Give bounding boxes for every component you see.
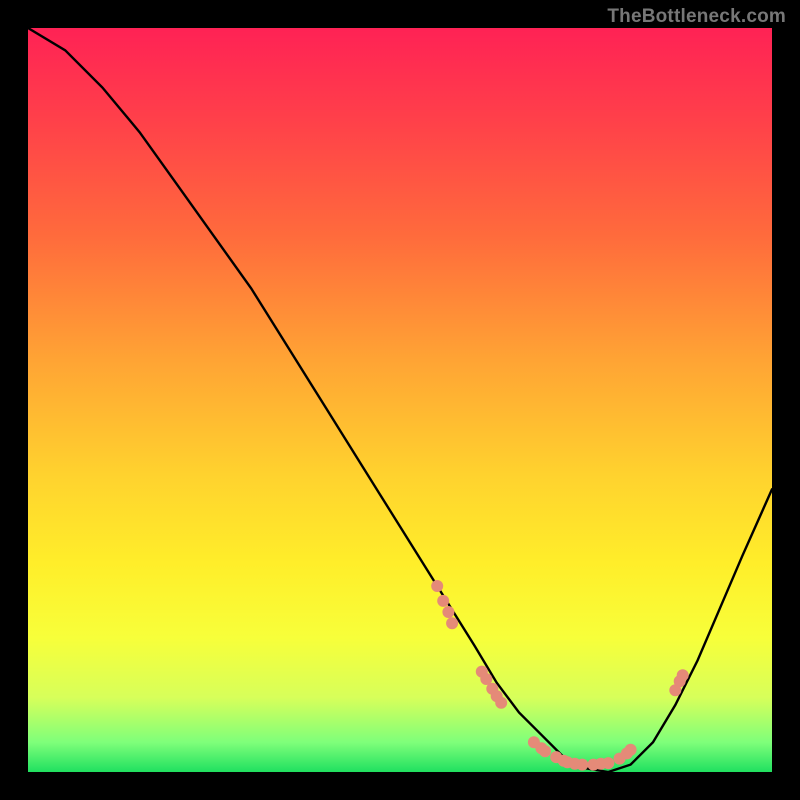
highlight-dot xyxy=(431,580,443,592)
highlight-dot xyxy=(625,744,637,756)
watermark-text: TheBottleneck.com xyxy=(607,6,786,28)
highlight-dot xyxy=(437,595,449,607)
highlight-dot xyxy=(442,606,454,618)
highlight-dots-group xyxy=(431,580,689,771)
highlight-dot xyxy=(576,759,588,771)
highlight-dot xyxy=(539,745,551,757)
bottleneck-curve-svg xyxy=(28,28,772,772)
chart-plot-area xyxy=(28,28,772,772)
highlight-dot xyxy=(602,757,614,769)
highlight-dot xyxy=(677,669,689,681)
highlight-dot xyxy=(495,697,507,709)
bottleneck-curve-path xyxy=(28,28,772,772)
highlight-dot xyxy=(446,617,458,629)
